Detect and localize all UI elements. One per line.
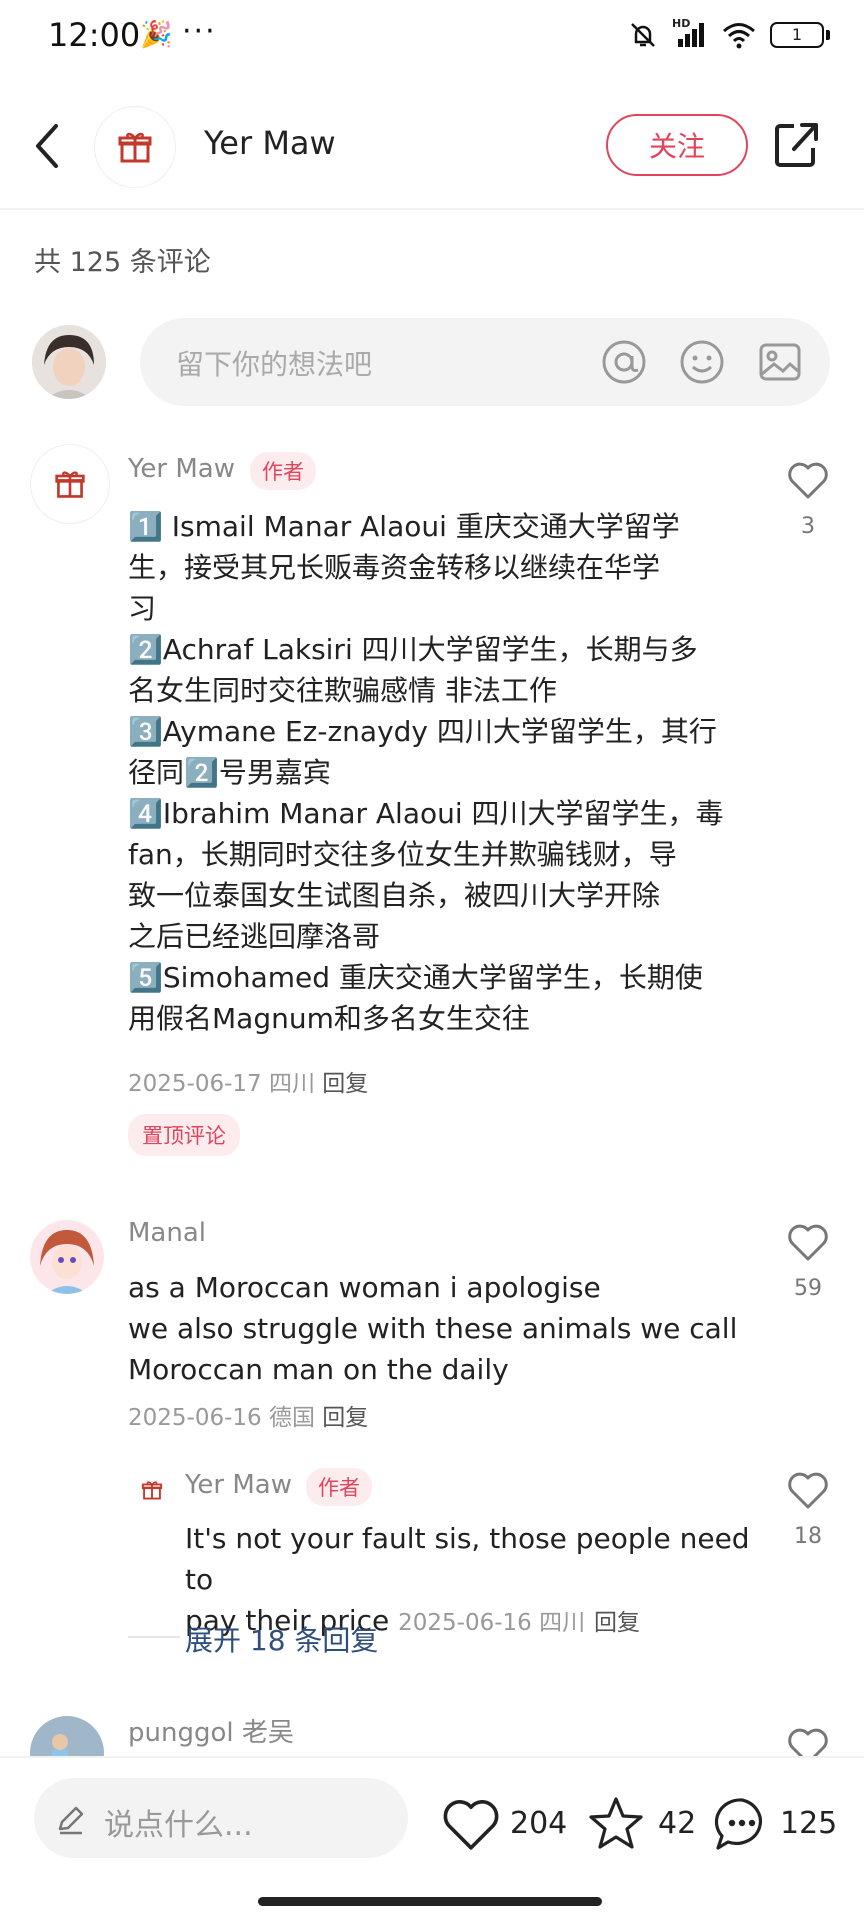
comment-avatar[interactable] (30, 1220, 104, 1294)
gift-icon (118, 132, 152, 163)
comment-username[interactable]: punggol 老吴 (128, 1712, 294, 1749)
comment-line: 径同2️⃣号男嘉宾 (128, 756, 331, 789)
comment-line: Moroccan man on the daily (128, 1353, 509, 1386)
like-button[interactable] (786, 1470, 830, 1510)
home-indicator[interactable] (258, 1897, 602, 1906)
comment-line: 致一位泰国女生试图自杀，被四川大学开除 (128, 879, 661, 912)
comment-line: 2️⃣Achraf Laksiri 四川大学留学生，长期与多 (128, 633, 698, 666)
comment-line: 生，接受其兄长贩毒资金转移以继续在华学 (128, 551, 661, 584)
follow-button[interactable]: 关注 (606, 114, 748, 176)
share-button[interactable] (772, 116, 822, 172)
wifi-icon (723, 23, 755, 49)
comment-line: 4️⃣Ibrahim Manar Alaoui 四川大学留学生，毒 (128, 797, 724, 830)
mention-icon[interactable] (600, 338, 648, 386)
signal-icon: HD (672, 17, 708, 49)
star-button[interactable] (586, 1794, 646, 1854)
status-time: 12:00 (48, 16, 141, 54)
comment-count-bottom: 125 (780, 1806, 838, 1841)
reply-date-location: 2025-06-16 四川 (398, 1610, 586, 1636)
reply-button[interactable]: 回复 (322, 1071, 368, 1097)
reply-button[interactable]: 回复 (322, 1405, 368, 1431)
expand-divider (128, 1636, 180, 1638)
comment-line: 1️⃣ Ismail Manar Alaoui 重庆交通大学留学 (128, 510, 680, 543)
gift-icon (55, 471, 85, 498)
bottom-divider (0, 1756, 864, 1758)
my-avatar (32, 325, 106, 399)
pinned-badge: 置顶评论 (128, 1114, 240, 1156)
like-post-button[interactable] (440, 1796, 502, 1852)
more-notifications-icon: ··· (182, 14, 217, 49)
reply-avatar[interactable] (134, 1472, 170, 1508)
author-badge: 作者 (306, 1468, 372, 1506)
say-something-placeholder: 说点什么... (104, 1808, 253, 1843)
comment-line: as a Moroccan woman i apologise (128, 1271, 601, 1304)
comment-line: 之后已经逃回摩洛哥 (128, 920, 381, 953)
emoji-icon[interactable] (678, 338, 726, 386)
image-icon[interactable] (756, 338, 804, 386)
comment-username[interactable]: Manal (128, 1218, 206, 1248)
comment-line: 名女生同时交往欺骗感情 非法工作 (128, 674, 557, 707)
battery-icon: 1 (770, 22, 830, 48)
comment-line: It's not your fault sis, those people ne… (185, 1522, 750, 1596)
comment-meta: 2025-06-16 德国 回复 (128, 1398, 368, 1432)
comment-line: 3️⃣Aymane Ez-znaydy 四川大学留学生，其行 (128, 715, 717, 748)
comment-meta: 2025-06-17 四川 回复 (128, 1064, 368, 1098)
comment-date-location: 2025-06-17 四川 (128, 1071, 315, 1097)
like-button[interactable] (786, 1222, 830, 1262)
pencil-icon (58, 1806, 84, 1835)
comment-text: 1️⃣ Ismail Manar Alaoui 重庆交通大学留学 生，接受其兄长… (128, 506, 768, 1039)
comment-line: we also struggle with these animals we c… (128, 1312, 738, 1345)
notification-emoji-icon: 🎉 (140, 20, 173, 50)
comment-line: 5️⃣Simohamed 重庆交通大学留学生，长期使 (128, 961, 703, 994)
comment-date-location: 2025-06-16 德国 (128, 1405, 315, 1431)
header-username[interactable]: Yer Maw (204, 124, 336, 162)
comment-count: 共 125 条评论 (34, 247, 211, 278)
post-like-count: 204 (510, 1806, 568, 1841)
back-button[interactable] (28, 118, 68, 174)
header-divider (0, 208, 864, 210)
mute-bell-icon (631, 23, 655, 47)
star-count: 42 (658, 1806, 697, 1841)
comment-input-placeholder: 留下你的想法吧 (176, 348, 373, 381)
comment-line: fan，长期同时交往多位女生并欺骗钱财，导 (128, 838, 677, 871)
comment-avatar[interactable] (30, 444, 110, 524)
like-count: 59 (794, 1276, 822, 1301)
author-badge: 作者 (250, 452, 316, 490)
comment-username[interactable]: Yer Maw (128, 454, 235, 484)
status-icons: HD 1 (628, 17, 830, 50)
reply-button[interactable]: 回复 (594, 1610, 640, 1636)
like-count: 3 (801, 514, 815, 539)
comment-text: as a Moroccan woman i apologise we also … (128, 1267, 768, 1390)
header-avatar[interactable] (94, 106, 176, 188)
reply-username[interactable]: Yer Maw (185, 1470, 292, 1500)
comment-line: 用假名Magnum和多名女生交往 (128, 1002, 530, 1035)
comment-bubble-button[interactable] (712, 1794, 772, 1854)
like-button[interactable] (786, 460, 830, 500)
comment-line: 习 (128, 592, 157, 625)
like-count: 18 (794, 1524, 822, 1549)
gift-icon (141, 1481, 163, 1500)
expand-replies-button[interactable]: 展开 18 条回复 (185, 1619, 378, 1659)
